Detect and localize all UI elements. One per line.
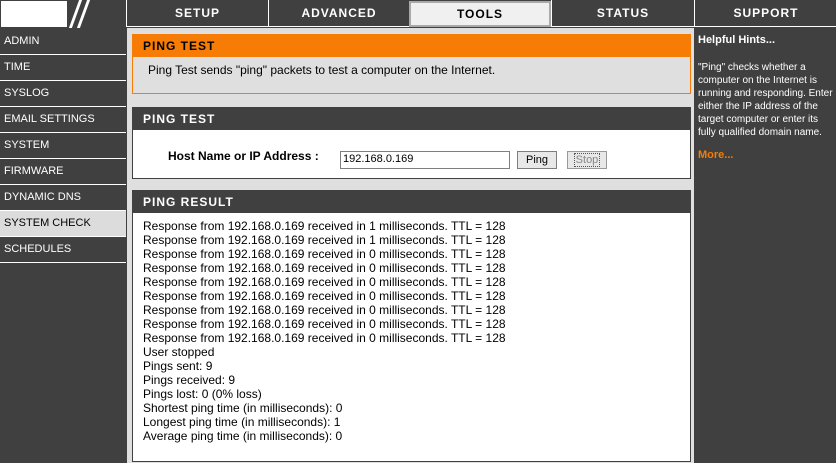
ping-result-panel: PING RESULT Response from 192.168.0.169 … xyxy=(132,190,691,462)
host-label: Host Name or IP Address : xyxy=(168,149,319,163)
brand-logo xyxy=(0,0,126,28)
tab-setup[interactable]: SETUP xyxy=(126,0,268,27)
hints-text: "Ping" checks whether a computer on the … xyxy=(698,62,833,138)
result-line: Shortest ping time (in milliseconds): 0 xyxy=(143,401,343,415)
result-line: User stopped xyxy=(143,345,215,359)
tab-support[interactable]: SUPPORT xyxy=(694,0,836,27)
intro-description: Ping Test sends "ping" packets to test a… xyxy=(148,63,496,77)
ping-test-title: PING TEST xyxy=(133,108,690,130)
more-link[interactable]: More... xyxy=(698,149,836,161)
result-line: Response from 192.168.0.169 received in … xyxy=(143,331,506,345)
sidebar-item-dynamic-dns[interactable]: DYNAMIC DNS xyxy=(0,185,126,211)
ping-test-panel: PING TEST Host Name or IP Address : 192.… xyxy=(132,107,691,179)
tab-tools[interactable]: TOOLS xyxy=(409,1,551,27)
result-line: Response from 192.168.0.169 received in … xyxy=(143,317,506,331)
sidebar-item-email-settings[interactable]: EMAIL SETTINGS xyxy=(0,107,126,133)
tab-status[interactable]: STATUS xyxy=(551,0,694,27)
sidebar-item-syslog[interactable]: SYSLOG xyxy=(0,81,126,107)
sidebar-item-time[interactable]: TIME xyxy=(0,55,126,81)
sidebar-item-system-check[interactable]: SYSTEM CHECK xyxy=(0,211,126,237)
main-content: PING TEST Ping Test sends "ping" packets… xyxy=(127,28,694,463)
result-line: Response from 192.168.0.169 received in … xyxy=(143,233,506,247)
result-line: Response from 192.168.0.169 received in … xyxy=(143,303,506,317)
stop-button-label: Stop xyxy=(573,153,601,167)
sidebar: ADMIN TIME SYSLOG EMAIL SETTINGS SYSTEM … xyxy=(0,29,126,263)
result-line: Pings received: 9 xyxy=(143,373,236,387)
sidebar-item-admin[interactable]: ADMIN xyxy=(0,29,126,55)
tab-advanced[interactable]: ADVANCED xyxy=(268,0,409,27)
ping-result-title: PING RESULT xyxy=(133,191,690,213)
result-line: Response from 192.168.0.169 received in … xyxy=(143,275,506,289)
intro-panel: PING TEST Ping Test sends "ping" packets… xyxy=(132,34,691,94)
helpful-hints: Helpful Hints... "Ping" checks whether a… xyxy=(694,28,836,463)
ping-button[interactable]: Ping xyxy=(517,151,557,169)
sidebar-item-schedules[interactable]: SCHEDULES xyxy=(0,237,126,263)
result-line: Response from 192.168.0.169 received in … xyxy=(143,289,506,303)
intro-title: PING TEST xyxy=(133,35,690,57)
ping-result-output: Response from 192.168.0.169 received in … xyxy=(133,213,690,443)
result-line: Response from 192.168.0.169 received in … xyxy=(143,247,506,261)
result-line: Pings sent: 9 xyxy=(143,359,213,373)
result-line: Pings lost: 0 (0% loss) xyxy=(143,387,262,401)
hints-title: Helpful Hints... xyxy=(698,34,775,46)
result-line: Average ping time (in milliseconds): 0 xyxy=(143,429,343,443)
sidebar-item-system[interactable]: SYSTEM xyxy=(0,133,126,159)
top-navigation: SETUP ADVANCED TOOLS STATUS SUPPORT xyxy=(0,0,836,28)
sidebar-item-firmware[interactable]: FIRMWARE xyxy=(0,159,126,185)
stop-button[interactable]: Stop xyxy=(567,151,607,169)
result-line: Response from 192.168.0.169 received in … xyxy=(143,219,506,233)
result-line: Longest ping time (in milliseconds): 1 xyxy=(143,415,341,429)
result-line: Response from 192.168.0.169 received in … xyxy=(143,261,506,275)
host-input[interactable]: 192.168.0.169 xyxy=(340,151,510,169)
